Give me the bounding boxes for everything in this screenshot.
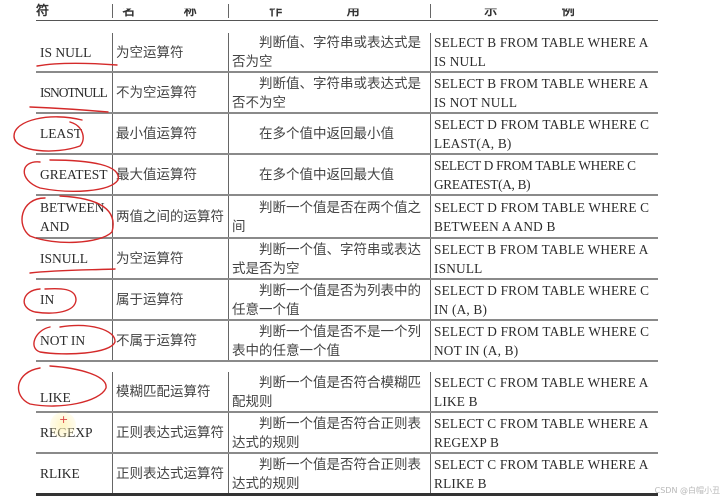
- column-divider: [430, 372, 431, 495]
- row-separator: [36, 360, 658, 362]
- operator-cell: NOT IN: [40, 333, 86, 348]
- column-divider: [112, 33, 113, 361]
- operator-cell: ISNOTNULL: [40, 85, 108, 100]
- header-divider: [228, 4, 229, 18]
- watermark: CSDN @白帽小丑: [654, 486, 720, 495]
- function-cell: 判断一个值、字符串或表达式是否为空: [232, 241, 421, 276]
- column-divider: [112, 372, 113, 495]
- example-cell: SELECT D FROM TABLE WHERE C IN (A, B): [434, 282, 650, 317]
- example-cell: SELECT B FROM TABLE WHERE A IS NOT NULL: [434, 75, 648, 110]
- operator-cell: GREATEST: [40, 167, 108, 182]
- operator-cell: IN: [40, 292, 55, 307]
- function-cell: 判断值、字符串或表达式是否不为空: [232, 75, 421, 110]
- function-cell: 在多个值中返回最小值: [259, 126, 394, 141]
- name-cell: 为空运算符: [116, 44, 184, 60]
- example-cell: SELECT D FROM TABLE WHERE C NOT IN (A, B…: [434, 323, 650, 358]
- operator-cell: RLIKE: [40, 466, 80, 481]
- table-bottom-rule: [36, 493, 658, 496]
- name-cell: 属于运算符: [116, 292, 184, 307]
- example-cell: SELECT B FROM TABLE WHERE A IS NULL: [434, 35, 648, 69]
- name-cell: 正则表达式运算符: [116, 425, 224, 440]
- name-cell: 两值之间的运算符: [116, 209, 224, 224]
- name-cell: 不为空运算符: [116, 85, 197, 100]
- header-name: 名 称: [122, 4, 219, 19]
- example-cell: SELECT C FROM TABLE WHERE A LIKE B: [434, 374, 648, 409]
- example-cell: SELECT D FROM TABLE WHERE C LEAST(A, B): [434, 116, 650, 151]
- cursor-plus-icon: +: [59, 413, 69, 426]
- function-cell: 判断一个值是否符合模糊匹配规则: [232, 374, 421, 409]
- example-cell: SELECT D FROM TABLE WHERE C GREATEST(A, …: [434, 157, 636, 192]
- function-cell: 判断一个值是否符合正则表达式的规则: [232, 415, 421, 450]
- header-example: 示 例: [484, 4, 605, 19]
- operator-cell: IS NULL: [40, 44, 92, 60]
- operator-cell: LIKE: [40, 390, 71, 405]
- document-page: 运 算 符 名 称 作 用 示 例 IS NULL 为空运算符 判断值、字符串或…: [0, 0, 728, 500]
- function-cell: 判断一个值是否为列表中的任意一个值: [232, 282, 421, 317]
- example-cell: SELECT D FROM TABLE WHERE C BETWEEN A AN…: [434, 199, 650, 234]
- example-cell: SELECT C FROM TABLE WHERE A RLIKE B: [434, 456, 648, 491]
- operator-cell: ISNULL: [40, 251, 88, 266]
- column-divider: [228, 33, 229, 361]
- function-cell: 判断值、字符串或表达式是否为空: [232, 35, 421, 69]
- example-cell: SELECT C FROM TABLE WHERE A REGEXP B: [434, 415, 648, 450]
- header-operator: 运 算 符: [36, 4, 60, 19]
- name-cell: 最小值运算符: [116, 126, 197, 141]
- header-rule: [36, 20, 658, 21]
- header-function: 作 用: [269, 4, 390, 19]
- example-cell: SELECT B FROM TABLE WHERE A ISNULL: [434, 241, 648, 276]
- function-cell: 判断一个值是否不是一个列表中的任意一个值: [232, 323, 421, 358]
- header-divider: [112, 4, 113, 18]
- name-cell: 最大值运算符: [116, 167, 197, 182]
- name-cell: 模糊匹配运算符: [116, 384, 211, 399]
- operator-cell: BETWEEN AND: [40, 199, 105, 234]
- function-cell: 在多个值中返回最大值: [259, 167, 394, 182]
- function-cell: 判断一个值是否符合正则表达式的规则: [232, 456, 421, 491]
- function-cell: 判断一个值是否在两个值之间: [232, 199, 421, 234]
- name-cell: 正则表达式运算符: [116, 466, 224, 481]
- name-cell: 不属于运算符: [116, 333, 197, 348]
- name-cell: 为空运算符: [116, 251, 184, 266]
- column-divider: [228, 372, 229, 495]
- operator-cell: LEAST: [40, 126, 82, 141]
- header-divider: [430, 4, 431, 18]
- column-divider: [430, 33, 431, 361]
